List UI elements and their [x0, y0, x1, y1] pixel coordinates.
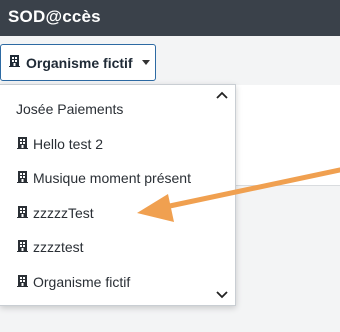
- list-item-label: zzzztest: [33, 239, 84, 255]
- organization-selector-button[interactable]: Organisme fictif: [0, 44, 156, 81]
- organization-dropdown: Josée Paiements Hello test 2 Musique mom…: [0, 84, 236, 306]
- caret-down-icon: [141, 60, 150, 65]
- app-title: SOD@ccès: [8, 7, 101, 26]
- building-icon: [8, 54, 21, 72]
- list-item-label: Musique moment présent: [33, 170, 191, 186]
- chevron-down-icon: [216, 291, 228, 299]
- building-icon: [16, 205, 29, 221]
- dropdown-scrollbar[interactable]: [210, 85, 234, 305]
- list-item-label: Organisme fictif: [33, 274, 131, 290]
- list-item-label: zzzzzTest: [33, 205, 94, 221]
- list-item[interactable]: Organisme fictif: [0, 265, 210, 299]
- list-item[interactable]: zzzzzTest: [0, 196, 210, 230]
- chevron-up-icon: [216, 91, 228, 99]
- building-icon: [16, 170, 29, 186]
- building-icon: [16, 239, 29, 255]
- building-icon: [16, 274, 29, 290]
- scroll-down-button[interactable]: [214, 287, 230, 303]
- list-item-label: Josée Paiements: [16, 101, 124, 117]
- list-item-label: Hello test 2: [33, 136, 104, 152]
- list-item[interactable]: Musique moment présent: [0, 161, 210, 195]
- list-item[interactable]: Hello test 2: [0, 127, 210, 161]
- building-icon: [16, 136, 29, 152]
- organization-selector-label: Organisme fictif: [26, 54, 133, 71]
- top-bar: SOD@ccès: [0, 0, 340, 36]
- list-item[interactable]: zzzztest: [0, 230, 210, 264]
- scroll-up-button[interactable]: [214, 87, 230, 103]
- organization-list: Josée Paiements Hello test 2 Musique mom…: [0, 85, 210, 305]
- list-item[interactable]: Josée Paiements: [0, 92, 210, 126]
